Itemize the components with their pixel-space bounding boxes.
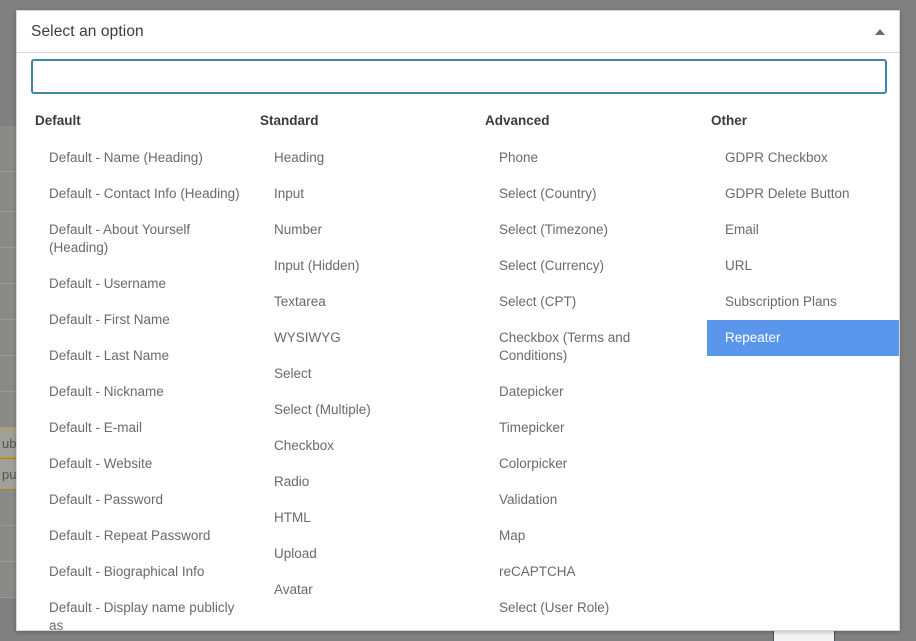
option-item[interactable]: GDPR Delete Button (707, 176, 899, 212)
option-item[interactable]: Default - Contact Info (Heading) (31, 176, 256, 212)
column-heading: Default (31, 110, 256, 140)
dialog-title: Select an option (31, 23, 144, 41)
option-item[interactable]: reCAPTCHA (481, 554, 707, 590)
option-item[interactable]: Select (Timezone) (481, 212, 707, 248)
option-item[interactable]: Default - About Yourself (Heading) (31, 212, 256, 266)
option-list-other: GDPR Checkbox GDPR Delete Button Email U… (707, 140, 899, 356)
option-item[interactable]: Datepicker (481, 374, 707, 410)
option-item[interactable]: Default - Repeat Password (31, 518, 256, 554)
option-item[interactable]: Select (Multiple) (256, 392, 481, 428)
column-other: Other GDPR Checkbox GDPR Delete Button E… (707, 110, 899, 622)
column-default: Default Default - Name (Heading) Default… (31, 110, 256, 622)
option-item[interactable]: Select (CPT) (481, 284, 707, 320)
option-item[interactable]: Avatar (256, 572, 481, 608)
option-item[interactable]: Default - First Name (31, 302, 256, 338)
option-item[interactable]: Phone (481, 140, 707, 176)
column-heading: Other (707, 110, 899, 140)
option-columns: Default Default - Name (Heading) Default… (17, 98, 899, 630)
option-item[interactable]: Checkbox (256, 428, 481, 464)
option-item[interactable]: Radio (256, 464, 481, 500)
option-item[interactable]: Textarea (256, 284, 481, 320)
option-item[interactable]: GDPR Checkbox (707, 140, 899, 176)
option-item[interactable]: Heading (256, 140, 481, 176)
option-item-selected[interactable]: Repeater (707, 320, 899, 356)
option-item[interactable]: Default - Username (31, 266, 256, 302)
option-item[interactable]: Subscription Plans (707, 284, 899, 320)
option-item[interactable]: Default - Biographical Info (31, 554, 256, 590)
option-list-default: Default - Name (Heading) Default - Conta… (31, 140, 256, 630)
column-heading: Standard (256, 110, 481, 140)
column-standard: Standard Heading Input Number Input (Hid… (256, 110, 481, 622)
option-item[interactable]: Select (Currency) (481, 248, 707, 284)
option-list-standard: Heading Input Number Input (Hidden) Text… (256, 140, 481, 608)
search-input[interactable] (31, 59, 887, 94)
option-item[interactable]: Email (707, 212, 899, 248)
option-item[interactable]: Default - Password (31, 482, 256, 518)
search-container (17, 53, 899, 98)
select-option-dialog: Select an option Default Default - Name … (16, 10, 900, 631)
option-item[interactable]: Checkbox (Terms and Conditions) (481, 320, 707, 374)
option-item[interactable]: Upload (256, 536, 481, 572)
option-item[interactable]: Select (User Role) (481, 590, 707, 626)
option-item[interactable]: Default - Last Name (31, 338, 256, 374)
triangle-up-icon[interactable] (875, 29, 885, 35)
option-item[interactable]: Input (Hidden) (256, 248, 481, 284)
option-item[interactable]: Default - Name (Heading) (31, 140, 256, 176)
option-item[interactable]: Number (256, 212, 481, 248)
option-item[interactable]: Map (481, 518, 707, 554)
dialog-header: Select an option (17, 11, 899, 53)
option-item[interactable]: Validation (481, 482, 707, 518)
option-item[interactable]: Default - Nickname (31, 374, 256, 410)
option-list-advanced: Phone Select (Country) Select (Timezone)… (481, 140, 707, 626)
option-item[interactable]: Colorpicker (481, 446, 707, 482)
option-item[interactable]: Input (256, 176, 481, 212)
option-item[interactable]: Default - Website (31, 446, 256, 482)
option-item[interactable]: HTML (256, 500, 481, 536)
option-item[interactable]: WYSIWYG (256, 320, 481, 356)
option-item[interactable]: Default - E-mail (31, 410, 256, 446)
option-item[interactable]: Default - Display name publicly as (31, 590, 256, 630)
column-heading: Advanced (481, 110, 707, 140)
option-item[interactable]: Select (Country) (481, 176, 707, 212)
option-item[interactable]: Select (256, 356, 481, 392)
option-item[interactable]: URL (707, 248, 899, 284)
column-advanced: Advanced Phone Select (Country) Select (… (481, 110, 707, 622)
option-item[interactable]: Timepicker (481, 410, 707, 446)
